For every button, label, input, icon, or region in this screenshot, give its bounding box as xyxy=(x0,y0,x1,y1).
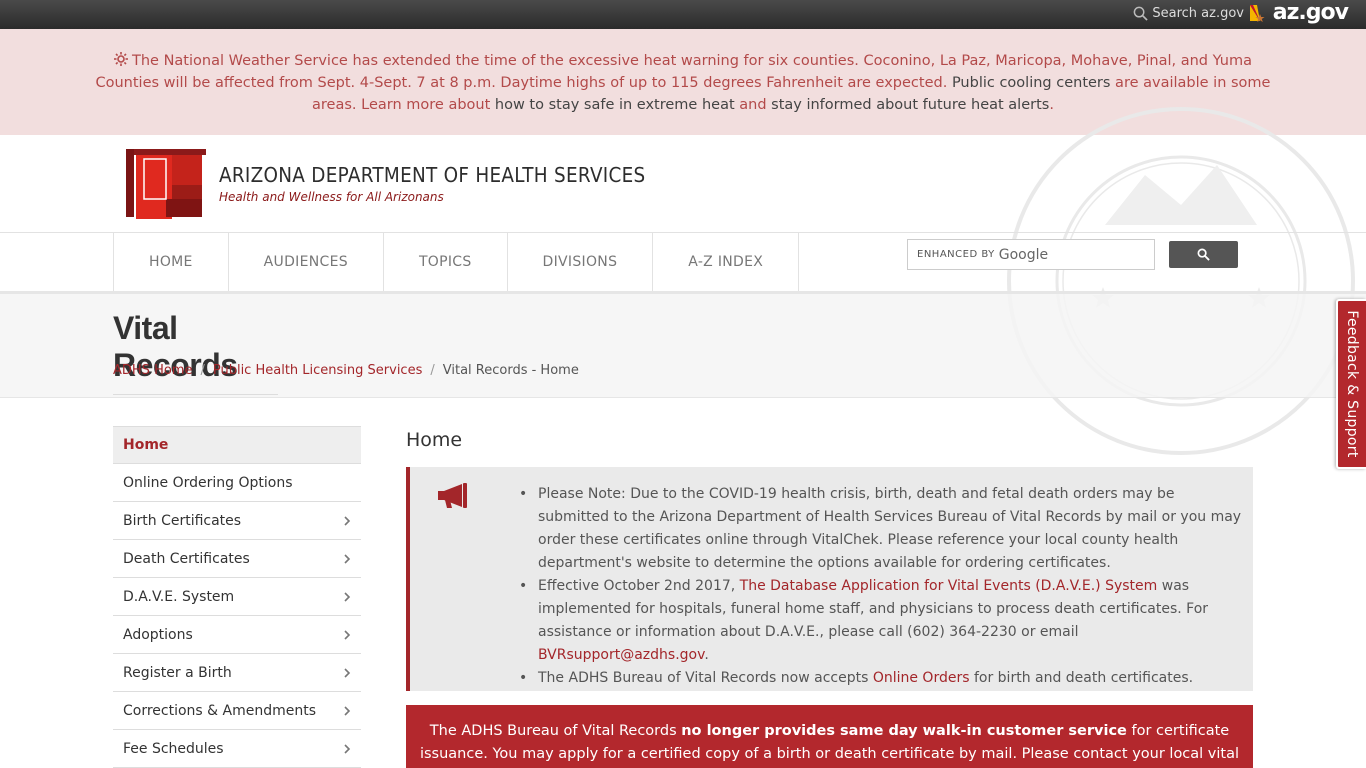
sidebar-nav: Home Online Ordering Options Birth Certi… xyxy=(113,426,361,768)
alert-text-3c: and xyxy=(734,97,772,113)
page-title-band: Vital Records ADHS Home / Public Health … xyxy=(0,294,1366,398)
dave-system-link[interactable]: The Database Application for Vital Event… xyxy=(740,578,1158,594)
sidebar-item-label: Adoptions xyxy=(123,626,193,643)
notice-orders-text-a: The ADHS Bureau of Vital Records now acc… xyxy=(538,670,873,686)
alert-text-2a: Counties will be affected from Sept. 4-S… xyxy=(95,75,952,91)
site-search-button[interactable] xyxy=(1169,241,1238,268)
sidebar-item-online-ordering[interactable]: Online Ordering Options xyxy=(113,464,361,502)
breadcrumb: ADHS Home / Public Health Licensing Serv… xyxy=(113,363,579,378)
alert-text-1: The National Weather Service has extende… xyxy=(132,53,1252,69)
feedback-support-tab[interactable]: Feedback & Support xyxy=(1336,299,1366,469)
chevron-right-icon xyxy=(344,705,351,716)
breadcrumb-separator: / xyxy=(430,363,435,378)
nav-home[interactable]: HOME xyxy=(114,233,229,291)
notice-box: Please Note: Due to the COVID-19 health … xyxy=(406,467,1253,691)
search-icon xyxy=(1197,248,1210,261)
alert-line-3: areas. Learn more about how to stay safe… xyxy=(0,94,1366,116)
notice-item-online-orders: The ADHS Bureau of Vital Records now acc… xyxy=(519,667,1244,690)
notice-dave-text-a: Effective October 2nd 2017, xyxy=(538,578,740,594)
alert-text-3a: areas. Learn more about xyxy=(312,97,495,113)
sidebar-item-label: Fee Schedules xyxy=(123,740,224,757)
nav-audiences[interactable]: AUDIENCES xyxy=(229,233,384,291)
notice-list: Please Note: Due to the COVID-19 health … xyxy=(519,483,1244,690)
site-search-input[interactable]: ENHANCED BY Google xyxy=(907,239,1155,270)
alert-line-1: The National Weather Service has extende… xyxy=(0,50,1366,72)
sidebar-item-label: Corrections & Amendments xyxy=(123,702,317,719)
notice-item-covid: Please Note: Due to the COVID-19 health … xyxy=(519,483,1244,575)
notice-orders-text-b: for birth and death certificates. xyxy=(969,670,1194,686)
agency-title: ARIZONA DEPARTMENT OF HEALTH SERVICES xyxy=(219,163,646,187)
chevron-right-icon xyxy=(344,743,351,754)
notice-covid-text: Please Note: Due to the COVID-19 health … xyxy=(538,486,1242,571)
feedback-label: Feedback & Support xyxy=(1344,310,1360,458)
chevron-right-icon xyxy=(344,667,351,678)
search-azgov-link[interactable]: Search az.gov xyxy=(1133,6,1244,21)
chevron-right-icon xyxy=(344,515,351,526)
walkin-text-bold: no longer provides same day walk-in cust… xyxy=(681,723,1127,739)
adhs-logo-icon xyxy=(126,149,206,219)
google-label: Google xyxy=(998,246,1049,263)
nav-az-index[interactable]: A-Z INDEX xyxy=(653,233,800,291)
notice-item-dave: Effective October 2nd 2017, The Database… xyxy=(519,575,1244,667)
nav-divisions[interactable]: DIVISIONS xyxy=(508,233,654,291)
chevron-right-icon xyxy=(344,591,351,602)
search-azgov-label: Search az.gov xyxy=(1152,6,1244,21)
sidebar-item-label: Death Certificates xyxy=(123,550,250,567)
top-bar: Search az.gov az.gov xyxy=(0,0,1366,29)
nav-topics[interactable]: TOPICS xyxy=(384,233,508,291)
online-orders-link[interactable]: Online Orders xyxy=(873,670,970,686)
heat-alert-banner: The National Weather Service has extende… xyxy=(0,29,1366,135)
alert-text-2c: are available in some xyxy=(1110,75,1271,91)
adhs-brand[interactable]: ARIZONA DEPARTMENT OF HEALTH SERVICES He… xyxy=(126,149,683,219)
alert-line-2: Counties will be affected from Sept. 4-S… xyxy=(0,72,1366,94)
sidebar-item-label: D.A.V.E. System xyxy=(123,588,235,605)
sidebar-item-birth-certificates[interactable]: Birth Certificates xyxy=(113,502,361,540)
sidebar-item-home[interactable]: Home xyxy=(113,426,361,464)
page-title: Vital Records xyxy=(113,310,278,395)
azgov-logo-text: az.gov xyxy=(1272,0,1349,25)
cooling-centers-link[interactable]: Public cooling centers xyxy=(952,75,1111,91)
sidebar-item-dave-system[interactable]: D.A.V.E. System xyxy=(113,578,361,616)
sidebar-item-label: Register a Birth xyxy=(123,664,232,681)
chevron-right-icon xyxy=(344,553,351,564)
bvr-support-email-link[interactable]: BVRsupport@azdhs.gov xyxy=(538,647,704,663)
sidebar-item-label: Birth Certificates xyxy=(123,512,242,529)
breadcrumb-adhs-home[interactable]: ADHS Home xyxy=(113,363,192,378)
sidebar-item-label: Online Ordering Options xyxy=(123,474,293,491)
sidebar-item-adoptions[interactable]: Adoptions xyxy=(113,616,361,654)
main-nav: HOME AUDIENCES TOPICS DIVISIONS A-Z INDE… xyxy=(0,232,1366,294)
sidebar-item-death-certificates[interactable]: Death Certificates xyxy=(113,540,361,578)
notice-dave-text-c: . xyxy=(704,647,709,663)
breadcrumb-separator: / xyxy=(200,363,205,378)
sidebar-item-fee-schedules[interactable]: Fee Schedules xyxy=(113,730,361,768)
walkin-text-a: The ADHS Bureau of Vital Records xyxy=(429,723,682,739)
agency-tagline: Health and Wellness for All Arizonans xyxy=(219,190,444,204)
alert-text-3e: . xyxy=(1049,97,1054,113)
breadcrumb-current: Vital Records - Home xyxy=(442,363,579,378)
sidebar-item-label: Home xyxy=(123,437,169,453)
chevron-right-icon xyxy=(344,629,351,640)
megaphone-icon xyxy=(438,483,467,508)
walk-in-service-notice: The ADHS Bureau of Vital Records no long… xyxy=(406,705,1253,768)
enhanced-by-label: ENHANCED BY xyxy=(917,249,995,260)
section-heading: Home xyxy=(406,429,463,451)
breadcrumb-licensing[interactable]: Public Health Licensing Services xyxy=(213,363,423,378)
sun-icon xyxy=(114,52,128,66)
sidebar-item-corrections[interactable]: Corrections & Amendments xyxy=(113,692,361,730)
main-content: Home Please Note: Due to the COVID-19 he… xyxy=(406,426,1253,768)
sidebar-item-register-birth[interactable]: Register a Birth xyxy=(113,654,361,692)
extreme-heat-link[interactable]: how to stay safe in extreme heat xyxy=(495,97,735,113)
search-icon xyxy=(1134,6,1149,21)
heat-alerts-link[interactable]: stay informed about future heat alerts xyxy=(771,97,1049,113)
arizona-flag-icon xyxy=(1249,5,1265,22)
azgov-logo[interactable]: az.gov xyxy=(1249,0,1349,25)
